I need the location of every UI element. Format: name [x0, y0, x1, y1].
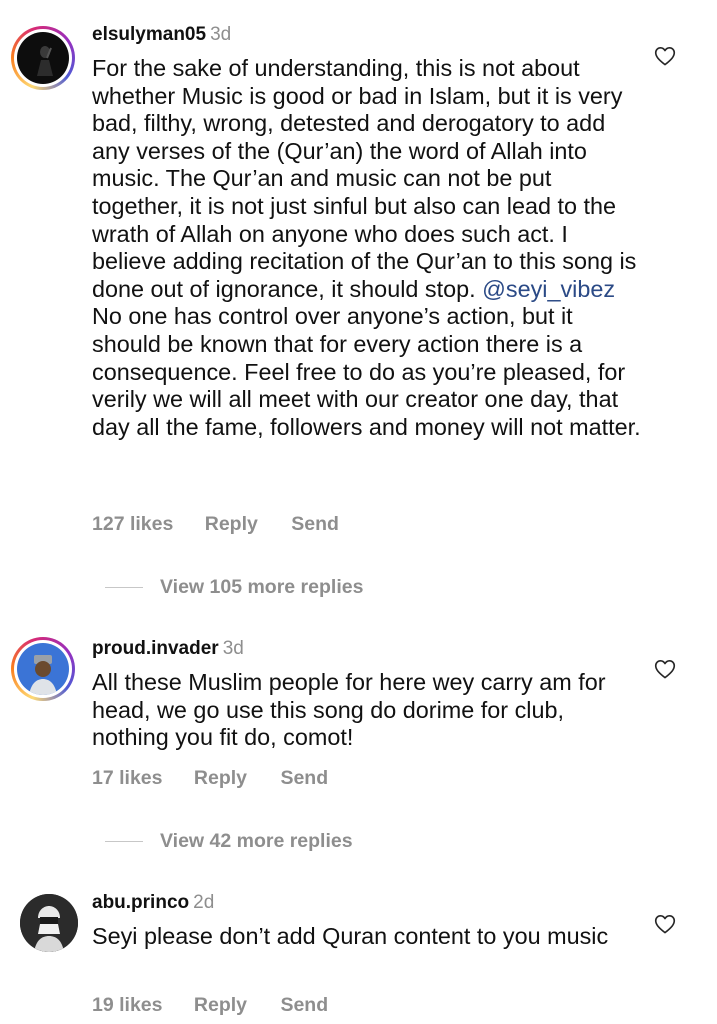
avatar [17, 32, 69, 84]
view-replies-button[interactable]: View 105 more replies [92, 576, 363, 598]
mention-link[interactable]: @seyi_vibez [482, 276, 615, 302]
comment-header: proud.invader 3d [92, 638, 244, 660]
likes-count[interactable]: 127 likes [92, 513, 173, 535]
comment-text: All these Muslim people for here wey car… [92, 669, 606, 751]
heart-outline-icon[interactable] [654, 914, 676, 934]
reply-button[interactable]: Reply [194, 767, 247, 789]
likes-count[interactable]: 19 likes [92, 994, 162, 1016]
heart-outline-icon[interactable] [654, 46, 676, 66]
reply-button[interactable]: Reply [194, 994, 247, 1016]
username[interactable]: proud.invader [92, 638, 219, 659]
comment-text: Seyi please don’t add Quran content to y… [92, 923, 609, 949]
avatar [17, 643, 69, 695]
comment-text: For the sake of understanding, this is n… [92, 55, 641, 440]
username[interactable]: abu.princo [92, 892, 189, 913]
comment-actions: 19 likes Reply Send [92, 994, 328, 1016]
send-button[interactable]: Send [280, 994, 328, 1016]
view-replies-button[interactable]: View 42 more replies [92, 830, 353, 852]
send-button[interactable]: Send [291, 513, 339, 535]
comment-header: abu.princo 2d [92, 892, 214, 914]
comment-actions: 127 likes Reply Send [92, 513, 339, 535]
reply-button[interactable]: Reply [205, 513, 258, 535]
avatar[interactable] [20, 894, 78, 952]
comment-actions: 17 likes Reply Send [92, 767, 328, 789]
comment-age: 3d [210, 24, 232, 45]
comment-header: elsulyman05 3d [92, 24, 231, 46]
avatar-story-ring[interactable] [11, 26, 75, 90]
avatar-story-ring[interactable] [11, 637, 75, 701]
comment-age: 2d [193, 892, 215, 913]
heart-outline-icon[interactable] [654, 659, 676, 679]
username[interactable]: elsulyman05 [92, 24, 206, 45]
likes-count[interactable]: 17 likes [92, 767, 162, 789]
divider [105, 841, 143, 843]
divider [105, 587, 143, 589]
send-button[interactable]: Send [280, 767, 328, 789]
comment-age: 3d [222, 638, 244, 659]
